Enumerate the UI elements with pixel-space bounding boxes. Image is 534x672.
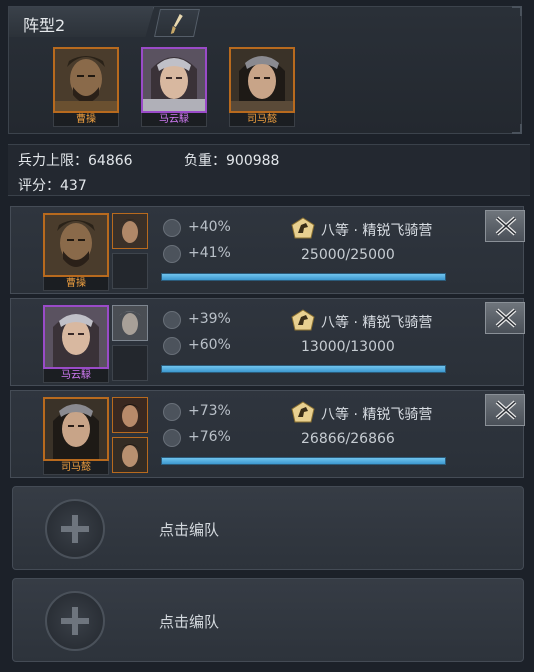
score-value: 437 bbox=[60, 178, 87, 194]
hero-name: 司马懿 bbox=[43, 461, 109, 475]
hero-face-icon bbox=[45, 307, 107, 367]
troop-limit-label: 兵力上限： bbox=[18, 153, 88, 169]
hero-name: 曹操 bbox=[53, 113, 119, 127]
hero-face-icon bbox=[231, 49, 293, 111]
troop-progress-fill bbox=[162, 366, 445, 372]
hero-card-caocao[interactable]: 曹操 bbox=[53, 47, 119, 127]
hero-portrait bbox=[43, 213, 109, 277]
troop-count: 13000/13000 bbox=[301, 339, 395, 355]
load-value: 900988 bbox=[226, 153, 280, 169]
shield-icon bbox=[163, 245, 181, 263]
sword-icon bbox=[163, 219, 181, 237]
shield-icon bbox=[163, 429, 181, 447]
hero-portrait bbox=[141, 47, 207, 113]
corner-decoration bbox=[512, 124, 522, 134]
hero-name: 司马懿 bbox=[229, 113, 295, 127]
remove-troop-button[interactable] bbox=[485, 210, 525, 242]
formation-title-tab: 阵型2 bbox=[9, 7, 154, 37]
hero-portrait bbox=[229, 47, 295, 113]
shield-icon bbox=[163, 337, 181, 355]
formation-title: 阵型2 bbox=[23, 16, 66, 35]
empty-troop-slot[interactable]: 点击编队 bbox=[12, 578, 524, 662]
hero-face-icon bbox=[55, 49, 117, 111]
click-to-form-label: 点击编队 bbox=[159, 521, 220, 539]
formation-panel: 阵型2 曹操 马云騄 司马懿 bbox=[8, 6, 522, 134]
cavalry-icon bbox=[291, 309, 315, 331]
formation-stats: 兵力上限：64866 负重：900988 评分：437 bbox=[8, 144, 530, 196]
hero-portrait bbox=[43, 397, 109, 461]
click-to-form-label: 点击编队 bbox=[159, 613, 220, 631]
plus-icon bbox=[61, 515, 89, 543]
hero-portrait bbox=[53, 47, 119, 113]
attack-bonus: +73% bbox=[188, 403, 231, 419]
score: 评分：437 bbox=[18, 175, 87, 195]
troop-row[interactable]: 曹操 +40% +41% 八等 · 精锐飞骑营 25000/25000 bbox=[10, 206, 525, 294]
hero-portrait bbox=[43, 305, 109, 369]
remove-troop-button[interactable] bbox=[485, 394, 525, 426]
close-icon bbox=[495, 308, 517, 328]
brush-icon bbox=[170, 14, 183, 34]
vice-general-slot[interactable] bbox=[112, 397, 148, 433]
troop-progress-bar bbox=[161, 457, 446, 465]
hero-face-icon bbox=[143, 49, 205, 111]
corner-decoration bbox=[512, 6, 522, 16]
attack-bonus: +39% bbox=[188, 311, 231, 327]
hero-face-icon bbox=[113, 398, 147, 432]
defense-bonus: +76% bbox=[188, 429, 231, 445]
attack-bonus: +40% bbox=[188, 219, 231, 235]
troop-progress-fill bbox=[162, 274, 445, 280]
hero-name: 曹操 bbox=[43, 277, 109, 291]
load-label: 负重： bbox=[184, 153, 226, 169]
hero-face-icon bbox=[113, 306, 147, 340]
vice-general-slot[interactable] bbox=[112, 437, 148, 473]
sword-icon bbox=[163, 311, 181, 329]
troop-unit-name: 八等 · 精锐飞骑营 bbox=[321, 223, 433, 239]
troop-progress-bar bbox=[161, 365, 446, 373]
troop-progress-bar bbox=[161, 273, 446, 281]
vice-general-slot[interactable] bbox=[112, 305, 148, 341]
close-icon bbox=[495, 400, 517, 420]
rename-button[interactable] bbox=[154, 9, 200, 37]
hero-card-mayunlu[interactable]: 马云騄 bbox=[141, 47, 207, 127]
troop-count: 26866/26866 bbox=[301, 431, 395, 447]
troop-progress-fill bbox=[162, 458, 445, 464]
add-troop-button[interactable] bbox=[45, 499, 105, 559]
vice-general-slot-empty[interactable] bbox=[112, 345, 148, 381]
defense-bonus: +60% bbox=[188, 337, 231, 353]
troop-hero-portrait[interactable]: 曹操 bbox=[43, 213, 109, 293]
hero-name: 马云騄 bbox=[43, 369, 109, 383]
troop-unit-name: 八等 · 精锐飞骑营 bbox=[321, 407, 433, 423]
close-icon bbox=[495, 216, 517, 236]
vice-general-slot-empty[interactable] bbox=[112, 253, 148, 289]
remove-troop-button[interactable] bbox=[485, 302, 525, 334]
vice-general-slot[interactable] bbox=[112, 213, 148, 249]
troop-hero-portrait[interactable]: 马云騄 bbox=[43, 305, 109, 385]
troop-limit: 兵力上限：64866 bbox=[18, 150, 133, 170]
cavalry-icon bbox=[291, 401, 315, 423]
hero-name: 马云騄 bbox=[141, 113, 207, 127]
plus-icon bbox=[61, 607, 89, 635]
troop-row[interactable]: 司马懿 +73% +76% 八等 · 精锐飞骑营 26866/26866 bbox=[10, 390, 525, 478]
hero-card-simayi[interactable]: 司马懿 bbox=[229, 47, 295, 127]
add-troop-button[interactable] bbox=[45, 591, 105, 651]
troop-count: 25000/25000 bbox=[301, 247, 395, 263]
defense-bonus: +41% bbox=[188, 245, 231, 261]
troop-limit-value: 64866 bbox=[88, 153, 133, 169]
sword-icon bbox=[163, 403, 181, 421]
hero-face-icon bbox=[45, 215, 107, 275]
troop-hero-portrait[interactable]: 司马懿 bbox=[43, 397, 109, 477]
empty-troop-slot[interactable]: 点击编队 bbox=[12, 486, 524, 570]
hero-face-icon bbox=[113, 214, 147, 248]
hero-face-icon bbox=[113, 438, 147, 472]
score-label: 评分： bbox=[18, 178, 60, 194]
load-capacity: 负重：900988 bbox=[184, 150, 279, 170]
hero-face-icon bbox=[45, 399, 107, 459]
cavalry-icon bbox=[291, 217, 315, 239]
troop-unit-name: 八等 · 精锐飞骑营 bbox=[321, 315, 433, 331]
troop-row[interactable]: 马云騄 +39% +60% 八等 · 精锐飞骑营 13000/13000 bbox=[10, 298, 525, 386]
